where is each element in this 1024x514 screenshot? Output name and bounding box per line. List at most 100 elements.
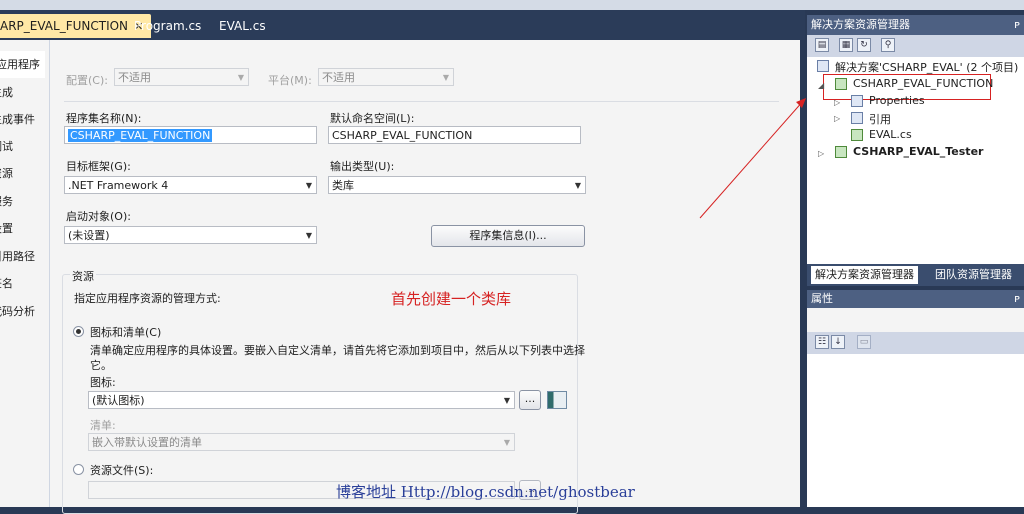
file-node-eval[interactable]: EVAL.cs: [869, 128, 912, 141]
references-node[interactable]: 引用: [869, 111, 891, 127]
pin-icon[interactable]: ᴘ: [1014, 290, 1020, 308]
annotation-arrow: [699, 98, 806, 219]
resource-file-label: 资源文件(S):: [90, 464, 154, 477]
csharp-project-icon: [835, 78, 847, 90]
icon-manifest-label: 图标和清单(C): [90, 326, 162, 339]
chevron-down-icon: ▼: [305, 231, 312, 240]
tab-label: Program.cs: [134, 19, 202, 33]
project-node-function[interactable]: CSHARP_EVAL_FUNCTION: [853, 77, 993, 90]
expand-icon[interactable]: ▷: [834, 114, 840, 123]
sidebar-item-signing[interactable]: 签名: [0, 270, 40, 297]
tab-solution-explorer[interactable]: 解决方案资源管理器: [811, 266, 918, 284]
refresh-icon[interactable]: ↻: [857, 38, 871, 52]
watermark: 博客地址 Http://blog.csdn.net/ghostbear: [336, 483, 635, 501]
csharp-file-icon: [851, 129, 863, 141]
document-tab-bar: ARP_EVAL_FUNCTION ✕ Program.cs EVAL.cs: [0, 10, 805, 40]
sidebar-item-reference-paths[interactable]: 引用路径: [0, 243, 40, 270]
properties-folder-icon: [851, 95, 863, 107]
target-framework-dropdown[interactable]: .NET Framework 4 ▼: [64, 176, 317, 194]
assembly-name-value: CSHARP_EVAL_FUNCTION: [68, 129, 213, 142]
icon-preview-icon: [547, 391, 567, 409]
output-type-value: 类库: [332, 179, 354, 192]
config-dropdown[interactable]: 不适用 ▼: [114, 68, 249, 86]
sidebar-item-build[interactable]: 生成: [0, 79, 40, 106]
tab-label: EVAL.cs: [219, 19, 266, 33]
assembly-name-input[interactable]: CSHARP_EVAL_FUNCTION: [64, 126, 317, 144]
chevron-down-icon: ▼: [503, 396, 510, 405]
arrow-shaft: [699, 99, 805, 219]
platform-value: 不适用: [322, 71, 355, 84]
tab-label: 团队资源管理器: [935, 268, 1012, 281]
tab-label: ARP_EVAL_FUNCTION: [0, 19, 129, 33]
solution-explorer-toolbar: ▤ ▦ ↻ ⚲: [807, 35, 1024, 57]
tab-team-explorer[interactable]: 团队资源管理器: [931, 266, 1016, 284]
chevron-down-icon: ▼: [442, 73, 449, 82]
annotation-text: 首先创建一个类库: [391, 290, 512, 308]
icon-label: 图标:: [90, 376, 116, 389]
icon-dropdown[interactable]: (默认图标) ▼: [88, 391, 515, 409]
sidebar-item-code-analysis[interactable]: 代码分析: [0, 298, 40, 325]
tab-program-cs[interactable]: Program.cs: [126, 14, 209, 38]
platform-label: 平台(M):: [268, 74, 312, 87]
assembly-name-label: 程序集名称(N):: [66, 112, 142, 125]
startup-object-value: (未设置): [68, 229, 110, 242]
tab-eval-cs[interactable]: EVAL.cs: [211, 14, 274, 38]
sidebar-item-settings[interactable]: 设置: [0, 215, 40, 242]
icon-manifest-description: 清单确定应用程序的具体设置。要嵌入自定义清单，请首先将它添加到项目中，然后从以下…: [90, 344, 585, 357]
assembly-info-button[interactable]: 程序集信息(I)...: [431, 225, 585, 247]
default-namespace-label: 默认命名空间(L):: [330, 112, 415, 125]
manifest-label: 清单:: [90, 419, 116, 432]
solution-explorer-header: 解决方案资源管理器 ᴘ: [807, 15, 1024, 35]
property-pages-icon[interactable]: ▭: [857, 335, 871, 349]
project-node-tester[interactable]: CSHARP_EVAL_Tester: [853, 145, 983, 158]
default-namespace-input[interactable]: CSHARP_EVAL_FUNCTION: [328, 126, 581, 144]
target-framework-value: .NET Framework 4: [68, 179, 169, 192]
show-all-files-icon[interactable]: ▦: [839, 38, 853, 52]
arrow-head: [796, 98, 806, 108]
expand-icon[interactable]: ▷: [818, 149, 824, 158]
sidebar-item-services[interactable]: 服务: [0, 188, 40, 215]
properties-node[interactable]: Properties: [869, 94, 925, 107]
properties-object-selector[interactable]: [807, 308, 1024, 332]
csharp-project-icon: [835, 146, 847, 158]
tab-label: 解决方案资源管理器: [815, 268, 914, 281]
references-icon: [851, 112, 863, 124]
resource-file-radio[interactable]: [73, 464, 84, 475]
sidebar-item-resources[interactable]: 资源: [0, 160, 40, 187]
categorized-icon[interactable]: ☷: [815, 335, 829, 349]
solution-tree: 解决方案'CSHARP_EVAL' (2 个项目) ◢ CSHARP_EVAL_…: [807, 57, 1024, 264]
startup-object-dropdown[interactable]: (未设置) ▼: [64, 226, 317, 244]
solution-node[interactable]: 解决方案'CSHARP_EVAL' (2 个项目): [835, 59, 1018, 75]
default-namespace-value: CSHARP_EVAL_FUNCTION: [332, 129, 473, 142]
manifest-dropdown[interactable]: 嵌入带默认设置的清单 ▼: [88, 433, 515, 451]
collapse-icon[interactable]: ◢: [818, 81, 824, 90]
chevron-down-icon: ▼: [305, 181, 312, 190]
target-framework-label: 目标框架(G):: [66, 160, 131, 173]
sidebar-item-application[interactable]: 应用程序: [0, 51, 45, 78]
output-type-dropdown[interactable]: 类库 ▼: [328, 176, 586, 194]
resources-group-title: 资源: [70, 268, 96, 284]
properties-icon[interactable]: ▤: [815, 38, 829, 52]
manifest-value: 嵌入带默认设置的清单: [92, 436, 202, 449]
icon-manifest-radio[interactable]: [73, 326, 84, 337]
resources-description: 指定应用程序资源的管理方式:: [74, 292, 221, 305]
chevron-down-icon: ▼: [503, 438, 510, 447]
properties-grid: [807, 354, 1024, 507]
config-value: 不适用: [118, 71, 151, 84]
alphabetical-icon[interactable]: ↓: [831, 335, 845, 349]
view-class-diagram-icon[interactable]: ⚲: [881, 38, 895, 52]
divider: [64, 101, 779, 102]
solution-explorer-title: 解决方案资源管理器: [811, 18, 910, 31]
output-type-label: 输出类型(U):: [330, 160, 395, 173]
properties-pane-title: 属性: [811, 292, 833, 305]
pin-icon[interactable]: ᴘ: [1014, 15, 1020, 35]
platform-dropdown[interactable]: 不适用 ▼: [318, 68, 454, 86]
sidebar-item-build-events[interactable]: 生成事件: [0, 106, 40, 133]
properties-pane-header: 属性 ᴘ: [807, 290, 1024, 308]
properties-sidebar: 应用程序 生成 生成事件 调试 资源 服务 设置 引用路径 签名 代码分析: [0, 40, 50, 507]
expand-icon[interactable]: ▷: [834, 98, 840, 107]
application-properties-page: 配置(C): 不适用 ▼ 平台(M): 不适用 ▼ 程序集名称(N): CSHARP…: [50, 40, 800, 514]
sidebar-item-debug[interactable]: 调试: [0, 133, 40, 160]
browse-icon-button[interactable]: ...: [519, 390, 541, 410]
quick-access-toolbar: [0, 0, 1024, 10]
